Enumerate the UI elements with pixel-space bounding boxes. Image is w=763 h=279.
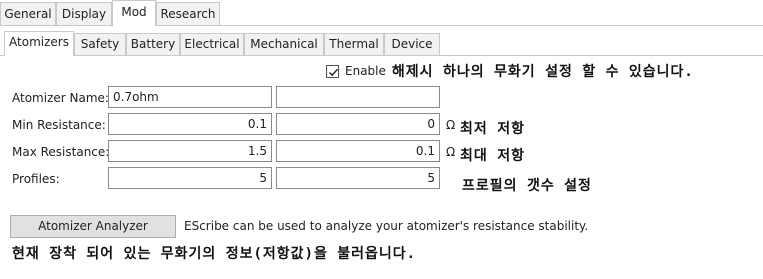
tab-general[interactable]: General bbox=[0, 2, 56, 25]
checkmark-icon bbox=[329, 68, 339, 76]
atomizer-analyzer-button[interactable]: Atomizer Analyzer bbox=[10, 215, 176, 238]
max-resistance-input-2[interactable] bbox=[276, 140, 440, 162]
tab-research[interactable]: Research bbox=[156, 2, 220, 25]
min-resistance-unit: Ω bbox=[446, 118, 456, 132]
atomizer-name-input-2[interactable] bbox=[276, 86, 440, 108]
enable-row: Enable 해제시 하나의 무화기 설정 할 수 있습니다. bbox=[326, 62, 694, 80]
min-resistance-input-2[interactable] bbox=[276, 113, 440, 135]
analyzer-description: EScribe can be used to analyze your atom… bbox=[184, 219, 589, 233]
atomizer-name-input[interactable] bbox=[108, 86, 272, 108]
enable-note: 해제시 하나의 무화기 설정 할 수 있습니다. bbox=[391, 64, 694, 80]
tab-thermal[interactable]: Thermal bbox=[324, 33, 384, 55]
profiles-input-2[interactable] bbox=[276, 167, 440, 189]
max-resistance-label: Max Resistance: bbox=[12, 145, 110, 159]
max-resistance-unit: Ω bbox=[446, 145, 456, 159]
profiles-input[interactable] bbox=[108, 167, 272, 189]
max-resistance-note: 최대 저항 bbox=[460, 148, 525, 164]
tab-device[interactable]: Device bbox=[384, 33, 440, 55]
enable-checkbox[interactable] bbox=[326, 64, 339, 78]
tab-mod[interactable]: Mod bbox=[112, 0, 156, 26]
tab-atomizers[interactable]: Atomizers bbox=[4, 31, 74, 56]
min-resistance-note: 최저 저항 bbox=[460, 121, 525, 137]
min-resistance-label: Min Resistance: bbox=[12, 118, 106, 132]
tab-display[interactable]: Display bbox=[56, 2, 112, 25]
min-resistance-input[interactable] bbox=[108, 113, 272, 135]
sub-tab-bar-divider bbox=[0, 55, 763, 56]
enable-label: Enable bbox=[345, 64, 386, 78]
tab-safety[interactable]: Safety bbox=[74, 33, 126, 55]
sub-tab-bar: Atomizers Safety Battery Electrical Mech… bbox=[0, 31, 763, 56]
max-resistance-input[interactable] bbox=[108, 140, 272, 162]
tab-electrical[interactable]: Electrical bbox=[180, 33, 244, 55]
profiles-note: 프로필의 갯수 설정 bbox=[462, 178, 592, 194]
analyzer-note: 현재 장착 되어 있는 무화기의 정보(저항값)을 불러옵니다. bbox=[12, 246, 417, 262]
profiles-label: Profiles: bbox=[12, 172, 60, 186]
atomizer-name-label: Atomizer Name: bbox=[12, 91, 109, 105]
tab-battery[interactable]: Battery bbox=[126, 33, 180, 55]
tab-mechanical[interactable]: Mechanical bbox=[244, 33, 324, 55]
main-tab-bar: General Display Mod Research bbox=[0, 0, 763, 26]
